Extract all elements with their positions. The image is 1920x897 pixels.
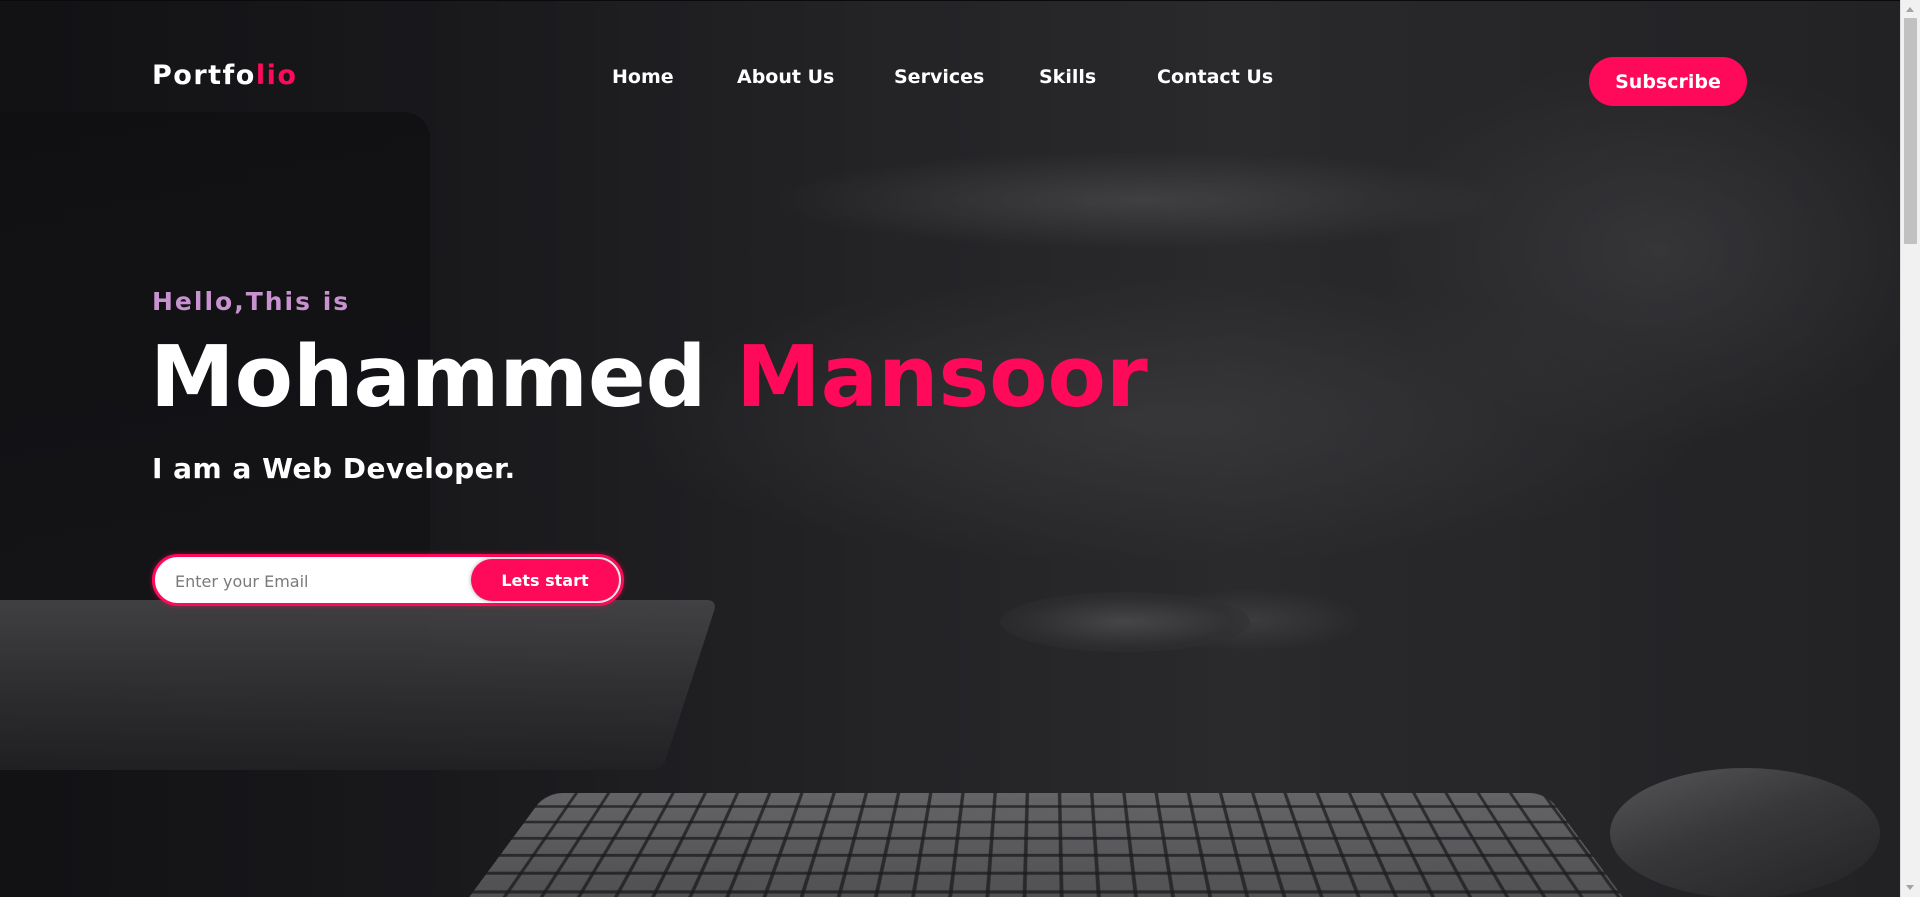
page-scrollbar[interactable] [1900, 0, 1920, 897]
hero-section: Portfolio Home About Us Services Skills … [0, 0, 1900, 897]
window-top-border [0, 0, 1920, 1]
hero-first-name: Mohammed [150, 328, 707, 427]
hero-last-name: Mansoor [736, 328, 1148, 427]
background-overlay [0, 0, 1900, 897]
scroll-down-arrow-icon[interactable] [1906, 885, 1914, 890]
hero-role: I am a Web Developer. [152, 452, 516, 485]
email-input[interactable] [173, 557, 457, 605]
nav-item-about-us[interactable]: About Us [737, 66, 834, 88]
scrollbar-thumb[interactable] [1904, 18, 1917, 244]
nav-item-services[interactable]: Services [894, 66, 984, 88]
nav-item-skills[interactable]: Skills [1039, 66, 1096, 88]
logo-accent-text: lio [255, 60, 298, 91]
nav-item-contact-us[interactable]: Contact Us [1157, 66, 1273, 88]
hero-greeting: Hello,This is [152, 287, 351, 316]
nav-item-home[interactable]: Home [612, 66, 674, 88]
subscribe-button[interactable]: Subscribe [1589, 57, 1747, 106]
logo-main-text: Portfo [152, 60, 256, 91]
lets-start-button[interactable]: Lets start [471, 559, 619, 601]
scroll-up-arrow-icon[interactable] [1906, 7, 1914, 12]
email-signup-form: Lets start [152, 554, 624, 606]
site-logo[interactable]: Portfolio [152, 60, 297, 91]
hero-name: Mohammed Mansoor [150, 328, 1148, 428]
